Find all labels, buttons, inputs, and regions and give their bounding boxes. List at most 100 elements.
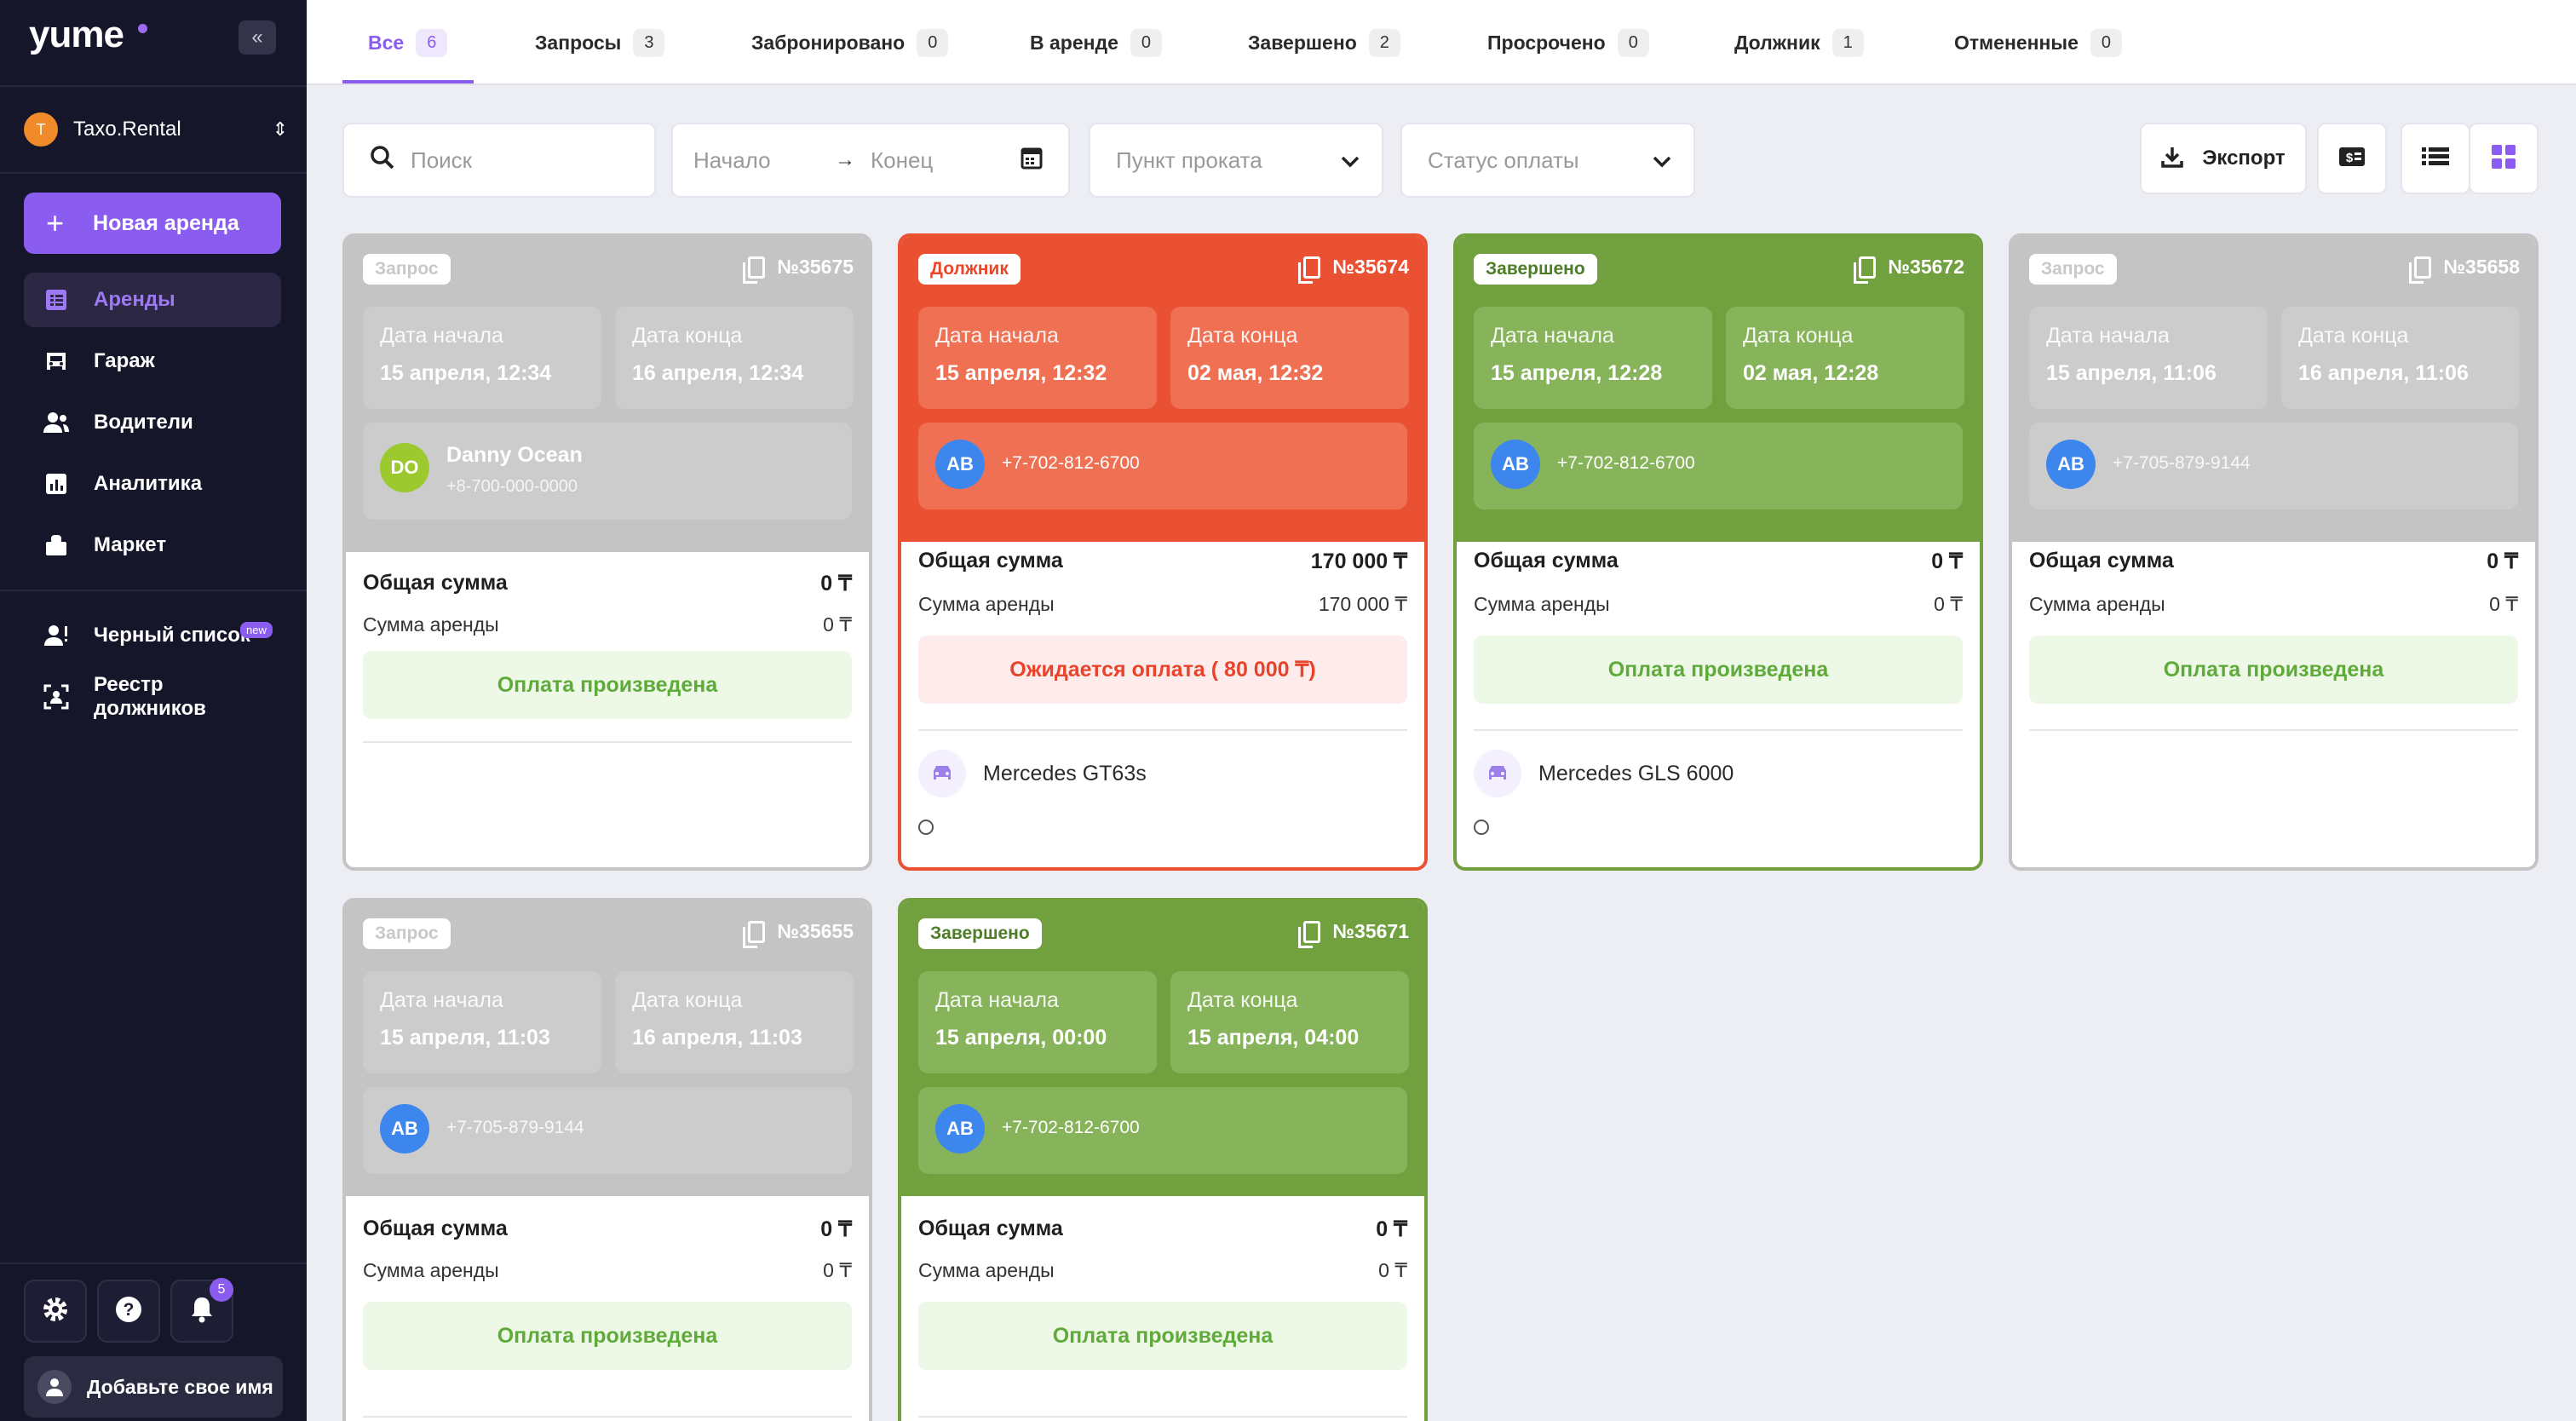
total-value: 170 000 ₸ bbox=[1310, 549, 1407, 573]
rental-card[interactable]: Завершено №35672 Дата начала 15 апреля, 1… bbox=[1453, 233, 1983, 871]
user-profile-button[interactable]: Добавьте свое имя bbox=[24, 1356, 283, 1418]
org-switcher[interactable]: T Taxo.Rental ⇕ bbox=[24, 112, 288, 147]
tab-debtor[interactable]: Должник 1 bbox=[1734, 0, 1864, 85]
divider bbox=[918, 1416, 1407, 1418]
rent-row: Сумма аренды 170 000 ₸ bbox=[918, 593, 1407, 616]
collapse-sidebar-button[interactable]: « bbox=[239, 20, 276, 55]
rental-card[interactable]: Должник №35674 Дата начала 15 апреля, 12:… bbox=[898, 233, 1428, 871]
customer-phone: +7-702-812-6700 bbox=[1002, 453, 1140, 473]
car-row[interactable]: Mercedes GLS 6000 bbox=[1474, 750, 1734, 797]
tab-count: 3 bbox=[633, 28, 665, 57]
market-icon bbox=[43, 532, 70, 559]
radio-indicator[interactable] bbox=[1474, 820, 1489, 835]
total-row: Общая сумма 0 ₸ bbox=[918, 1217, 1407, 1242]
end-date-value: 16 апреля, 11:06 bbox=[2298, 361, 2469, 385]
list-view-button[interactable] bbox=[2401, 123, 2470, 194]
rental-point-select[interactable]: Пункт проката bbox=[1089, 123, 1383, 198]
customer-phone: +7-702-812-6700 bbox=[1557, 453, 1695, 473]
rent-row: Сумма аренды 0 ₸ bbox=[1474, 593, 1963, 616]
end-date-box: Дата конца 16 апреля, 11:03 bbox=[615, 971, 854, 1073]
tab-booked[interactable]: Забронировано 0 bbox=[751, 0, 949, 85]
rent-value: 0 ₸ bbox=[823, 613, 852, 636]
status-badge: Запрос bbox=[363, 918, 451, 949]
tab-completed[interactable]: Завершено 2 bbox=[1248, 0, 1400, 85]
car-row[interactable]: Mercedes GT63s bbox=[918, 750, 1147, 797]
payment-status-bar: Оплата произведена bbox=[918, 1302, 1407, 1370]
total-row: Общая сумма 170 000 ₸ bbox=[918, 549, 1407, 574]
new-badge: new bbox=[240, 622, 273, 638]
end-date-value: 16 апреля, 12:34 bbox=[632, 361, 804, 385]
tab-count: 0 bbox=[917, 28, 949, 57]
blacklist-icon bbox=[43, 622, 70, 649]
bell-icon bbox=[189, 1296, 215, 1327]
divider bbox=[1474, 729, 1963, 731]
rental-card[interactable]: Завершено №35671 Дата начала 15 апреля, 0… bbox=[898, 898, 1428, 1421]
settings-button[interactable] bbox=[24, 1280, 87, 1343]
payment-status-bar: Оплата произведена bbox=[363, 651, 852, 719]
sidebar-item-rentals[interactable]: Аренды bbox=[24, 273, 281, 327]
rental-number-text: №35674 bbox=[1332, 256, 1409, 278]
rental-number[interactable]: №35674 bbox=[1298, 256, 1409, 284]
car-icon bbox=[918, 750, 966, 797]
tab-requests[interactable]: Запросы 3 bbox=[535, 0, 665, 85]
customer-box[interactable]: AB +7-702-812-6700 bbox=[918, 1087, 1407, 1174]
rental-number[interactable]: №35672 bbox=[1854, 256, 1964, 284]
svg-text:?: ? bbox=[124, 1300, 135, 1320]
divider bbox=[363, 741, 852, 743]
sidebar-item-market[interactable]: Маркет bbox=[24, 518, 281, 572]
start-date-value: 15 апреля, 11:03 bbox=[380, 1026, 550, 1050]
customer-phone: +7-705-879-9144 bbox=[446, 1118, 584, 1137]
car-name: Mercedes GLS 6000 bbox=[1538, 761, 1734, 785]
rental-number[interactable]: №35655 bbox=[743, 920, 854, 948]
rental-card[interactable]: Запрос №35675 Дата начала 15 апреля, 12:3… bbox=[342, 233, 872, 871]
rent-value: 0 ₸ bbox=[1934, 593, 1963, 615]
sidebar-item-analytics[interactable]: Аналитика bbox=[24, 457, 281, 511]
rental-card[interactable]: Запрос №35658 Дата начала 15 апреля, 11:0… bbox=[2009, 233, 2539, 871]
rental-number-text: №35675 bbox=[777, 256, 854, 278]
start-date-field[interactable]: Начало bbox=[693, 147, 835, 174]
notification-count-badge: 5 bbox=[210, 1278, 233, 1302]
rent-value: 0 ₸ bbox=[2489, 593, 2518, 615]
date-range-picker[interactable]: Начало → Конец bbox=[671, 123, 1070, 198]
sidebar-item-drivers[interactable]: Водители bbox=[24, 395, 281, 450]
sidebar-item-garage[interactable]: Гараж bbox=[24, 334, 281, 388]
help-button[interactable]: ? bbox=[97, 1280, 160, 1343]
payment-status-select[interactable]: Статус оплаты bbox=[1400, 123, 1695, 198]
double-chevron-left-icon: « bbox=[251, 26, 263, 49]
search-input[interactable]: Поиск bbox=[342, 123, 656, 198]
rental-card[interactable]: Запрос №35655 Дата начала 15 апреля, 11:0… bbox=[342, 898, 872, 1421]
customer-box[interactable]: DO Danny Ocean +8-700-000-0000 bbox=[363, 423, 852, 520]
tab-all[interactable]: Все 6 bbox=[368, 0, 448, 85]
divider bbox=[2029, 729, 2518, 731]
rental-number[interactable]: №35658 bbox=[2409, 256, 2520, 284]
sidebar-item-debtors[interactable]: Реестр должников bbox=[24, 670, 281, 724]
sidebar-item-blacklist[interactable]: Черный список new bbox=[24, 608, 281, 663]
copy-icon bbox=[1298, 256, 1321, 284]
tab-cancelled[interactable]: Отмененные 0 bbox=[1954, 0, 2122, 85]
end-date-box: Дата конца 16 апреля, 12:34 bbox=[615, 307, 854, 409]
tab-in-rent[interactable]: В аренде 0 bbox=[1030, 0, 1163, 85]
grid-view-button[interactable] bbox=[2469, 123, 2539, 194]
svg-text:$: $ bbox=[2346, 151, 2354, 165]
yume-logo[interactable]: yume bbox=[29, 14, 124, 56]
customer-box[interactable]: AB +7-702-812-6700 bbox=[918, 423, 1407, 509]
customer-box[interactable]: AB +7-705-879-9144 bbox=[363, 1087, 852, 1174]
copy-icon bbox=[2409, 256, 2432, 284]
start-date-label: Дата начала bbox=[1491, 324, 1614, 348]
tab-label: Просрочено bbox=[1487, 31, 1606, 54]
customer-box[interactable]: AB +7-705-879-9144 bbox=[2029, 423, 2518, 509]
start-date-box: Дата начала 15 апреля, 12:28 bbox=[1474, 307, 1712, 409]
export-button[interactable]: Экспорт bbox=[2140, 123, 2307, 194]
tab-overdue[interactable]: Просрочено 0 bbox=[1487, 0, 1649, 85]
customer-box[interactable]: AB +7-702-812-6700 bbox=[1474, 423, 1963, 509]
new-rental-button[interactable]: + Новая аренда bbox=[24, 193, 281, 254]
start-date-label: Дата начала bbox=[2046, 324, 2170, 348]
tab-label: Отмененные bbox=[1954, 31, 2079, 54]
rental-number[interactable]: №35671 bbox=[1298, 920, 1409, 948]
tariff-view-button[interactable]: $ bbox=[2317, 123, 2387, 194]
status-badge: Запрос bbox=[2029, 254, 2117, 285]
end-date-field[interactable]: Конец bbox=[871, 147, 1021, 174]
customer-phone: +8-700-000-0000 bbox=[446, 477, 578, 496]
radio-indicator[interactable] bbox=[918, 820, 934, 835]
rental-number[interactable]: №35675 bbox=[743, 256, 854, 284]
